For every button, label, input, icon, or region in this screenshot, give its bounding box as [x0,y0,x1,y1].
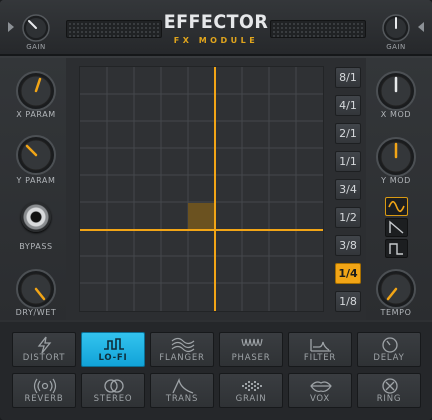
wave-lines-icon [171,337,195,353]
y-param-label: Y PARAM [16,176,56,185]
fx-button-delay[interactable]: DELAY [357,332,421,367]
fx-button-grain[interactable]: GRAIN [219,373,283,408]
fx-label-trans: TRANS [165,394,199,404]
prev-preset-arrow-icon[interactable] [8,22,14,32]
phaser-waves-icon [241,338,263,347]
fx-button-filter[interactable]: FILTER [288,332,352,367]
fx-button-reverb[interactable]: REVERB [12,373,76,408]
lfo-shape-ramp-button[interactable] [385,218,408,237]
fx-button-ring[interactable]: RING [357,373,421,408]
rate-button-3-4[interactable]: 3/4 [335,179,361,200]
tempo-knob[interactable] [375,268,417,310]
fx-label-filter: FILTER [303,353,337,363]
rate-button-1-4[interactable]: 1/4 [335,263,361,284]
x-mod-label: X MOD [380,110,412,119]
fx-button-stereo[interactable]: STEREO [81,373,145,408]
x-param-label: X PARAM [16,110,56,119]
x-param-knob[interactable] [15,70,57,112]
fx-label-lo-fi: LO-FI [98,353,128,363]
xy-pad-grid [80,67,323,311]
x-mod-knob[interactable] [375,70,417,112]
fx-button-phaser[interactable]: PHASER [219,332,283,367]
sine-wave-icon [388,200,405,213]
y-mod-label: Y MOD [381,176,411,185]
fx-button-lo-fi[interactable]: LO-FI [81,332,145,367]
lfo-shape-sine-button[interactable] [385,197,408,216]
square-wave-icon [389,243,403,255]
fx-label-phaser: PHASER [231,353,271,363]
effector-plugin: GAIN EFFECTOR FX MODULE GAIN X PARAM Y P… [0,0,432,420]
fx-label-reverb: REVERB [24,394,64,404]
xy-pad-cell-highlight [188,203,215,230]
ring-mod-icon [382,378,398,394]
fx-button-vox[interactable]: VOX [288,373,352,408]
fx-button-trans[interactable]: TRANS [150,373,214,408]
grain-dots-icon [242,381,262,391]
y-mod-knob[interactable] [375,136,417,178]
lips-icon [310,381,332,393]
output-level-meter [270,20,366,38]
tempo-label: TEMPO [380,308,412,317]
fx-label-ring: RING [376,394,402,404]
fx-label-delay: DELAY [373,353,405,363]
lightning-icon [37,336,52,354]
fx-label-grain: GRAIN [235,394,267,404]
square-step-icon [104,338,124,350]
rings-icon [104,379,124,393]
y-param-knob[interactable] [15,134,57,176]
transient-icon [172,377,194,394]
gain-right-knob[interactable] [380,12,412,44]
dry-wet-knob[interactable] [15,268,57,310]
gain-left-label: GAIN [26,43,46,51]
fx-button-distort[interactable]: DISTORT [12,332,76,367]
rate-button-1-1[interactable]: 1/1 [335,151,361,172]
fx-label-flanger: FLANGER [159,353,205,363]
rate-button-1-2[interactable]: 1/2 [335,207,361,228]
radiate-icon [33,378,57,394]
next-preset-arrow-icon[interactable] [418,22,424,32]
fx-label-distort: DISTORT [22,353,66,363]
gain-left-knob[interactable] [20,12,52,44]
dry-wet-label: DRY/WET [15,308,57,317]
rate-button-3-8[interactable]: 3/8 [335,235,361,256]
clock-icon [382,337,398,353]
gain-right-label: GAIN [386,43,406,51]
fx-button-flanger[interactable]: FLANGER [150,332,214,367]
plugin-title: EFFECTOR [163,11,269,33]
fx-label-stereo: STEREO [93,394,133,404]
xy-pad[interactable] [79,66,324,312]
rate-button-4-1[interactable]: 4/1 [335,95,361,116]
lfo-shape-square-button[interactable] [385,239,408,258]
rate-button-1-8[interactable]: 1/8 [335,291,361,312]
plugin-subtitle: FX MODULE [173,36,259,45]
rate-button-2-1[interactable]: 2/1 [335,123,361,144]
rate-button-8-1[interactable]: 8/1 [335,67,361,88]
input-level-meter [66,20,162,38]
ramp-wave-icon [389,220,404,234]
header: GAIN EFFECTOR FX MODULE GAIN [0,0,432,56]
fx-label-vox: VOX [309,394,331,404]
bypass-button[interactable] [21,202,51,232]
filter-curve-icon [310,339,331,352]
bypass-label: BYPASS [19,242,53,251]
